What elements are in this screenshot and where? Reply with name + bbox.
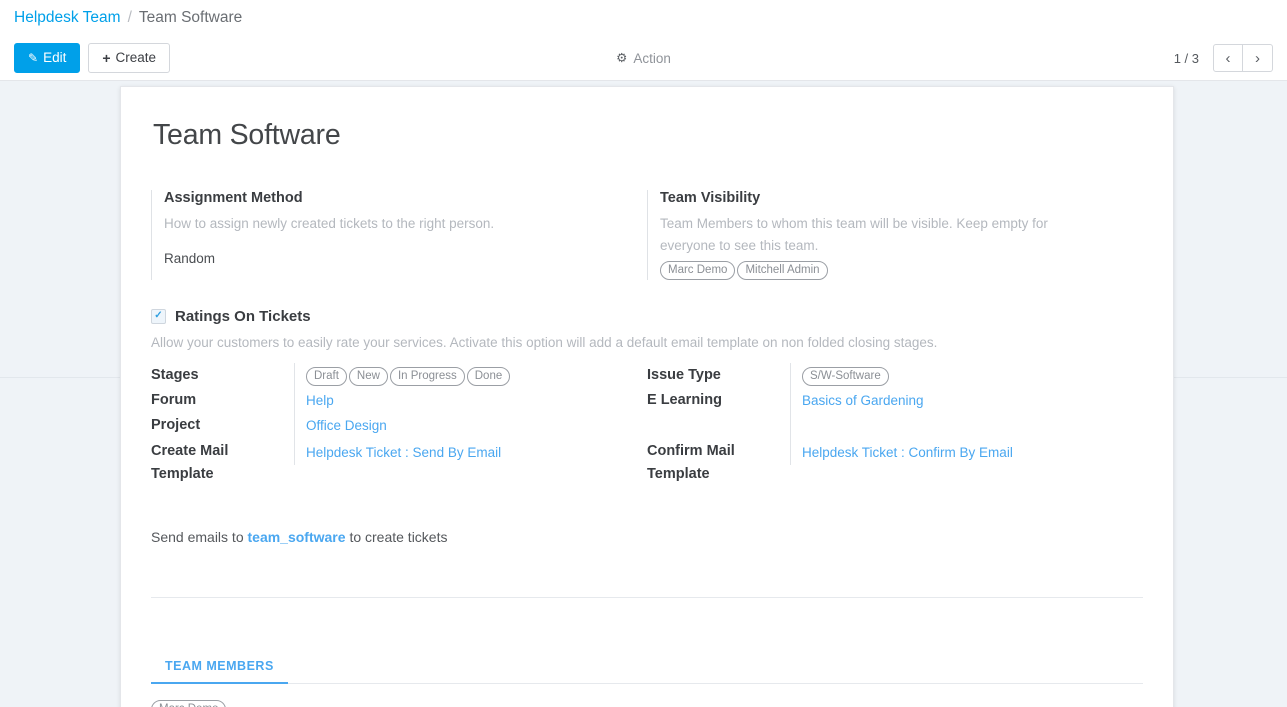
field-label-project: Project (151, 416, 201, 433)
alias-line: Send emails to team_software to create t… (151, 529, 1143, 545)
breadcrumb-separator: / (127, 9, 132, 26)
tab-team-members[interactable]: TEAM MEMBERS (151, 655, 288, 684)
e-learning-link[interactable]: Basics of Gardening (802, 393, 924, 408)
field-column-right: Issue Type S/W-Software E Learning Basic… (647, 362, 1143, 487)
pager-count: 1 / 3 (1173, 50, 1199, 66)
field-row-stages: Stages Draft New In Progress Done (151, 362, 647, 388)
ratings-on-tickets-field: ✓ Ratings On Tickets (151, 308, 1143, 325)
gear-icon: ⚙ (616, 50, 628, 65)
issue-type-tags: S/W-Software (802, 366, 1143, 386)
tag[interactable]: Marc Demo (151, 699, 227, 707)
ratings-on-tickets-checkbox[interactable]: ✓ (151, 308, 166, 324)
field-value-spacer (790, 412, 1143, 438)
field-value-stages: Draft New In Progress Done (294, 362, 647, 388)
edit-button-label: Edit (43, 49, 67, 65)
notebook: TEAM MEMBERS Marc Demo (151, 596, 1143, 707)
create-button-label: Create (115, 49, 157, 65)
settings-groups: Assignment Method How to assign newly cr… (151, 190, 1143, 280)
page-body: Team Software Assignment Method How to a… (0, 81, 1287, 707)
notebook-top-divider (151, 596, 1143, 598)
action-menu-label: Action (633, 50, 671, 66)
field-label-confirm-mail-template: Confirm Mail Template (647, 442, 735, 483)
check-icon: ✓ (154, 310, 163, 322)
confirm-mail-template-link[interactable]: Helpdesk Ticket : Confirm By Email (802, 445, 1013, 460)
group-team-visibility-help: Team Members to whom this team will be v… (660, 216, 1048, 253)
edit-button[interactable]: ✎ Edit (14, 42, 81, 74)
plus-icon: + (102, 50, 111, 66)
field-row-e-learning: E Learning Basics of Gardening (647, 387, 1143, 413)
field-row-spacer (647, 412, 1143, 438)
field-value-issue-type: S/W-Software (790, 362, 1143, 388)
group-assignment-method-title: Assignment Method (164, 190, 303, 206)
assignment-method-value: Random (164, 250, 216, 266)
field-label-issue-type: Issue Type (647, 366, 721, 383)
tag[interactable]: Mitchell Admin (737, 260, 828, 280)
field-column-left: Stages Draft New In Progress Done Forum … (151, 362, 647, 487)
field-row-confirm-mail-template: Confirm Mail Template Helpdesk Ticket : … (647, 437, 1143, 487)
notebook-page-team-members: Marc Demo (151, 684, 1143, 707)
record-form-sheet: Team Software Assignment Method How to a… (120, 86, 1174, 707)
page-title: Team Software (153, 119, 341, 151)
field-label-forum: Forum (151, 391, 197, 408)
create-mail-template-link[interactable]: Helpdesk Ticket : Send By Email (306, 445, 501, 460)
tag[interactable]: Marc Demo (660, 260, 736, 280)
project-link[interactable]: Office Design (306, 418, 387, 433)
group-assignment-method-help: How to assign newly created tickets to t… (164, 216, 495, 231)
group-team-visibility: Team Visibility Team Members to whom thi… (647, 190, 1143, 280)
breadcrumb-parent-link[interactable]: Helpdesk Team (14, 9, 121, 27)
forum-link[interactable]: Help (306, 393, 334, 408)
team-visibility-tags: Marc Demo Mitchell Admin (660, 260, 1143, 280)
tag[interactable]: Done (466, 366, 511, 386)
tag[interactable]: In Progress (389, 366, 465, 386)
tag[interactable]: S/W-Software (802, 366, 889, 386)
create-button[interactable]: + Create (88, 42, 171, 74)
ratings-on-tickets-label: Ratings On Tickets (175, 307, 311, 325)
field-label-create-mail-template: Create Mail Template (151, 442, 229, 483)
tag[interactable]: New (348, 366, 388, 386)
stages-tags: Draft New In Progress Done (306, 366, 647, 386)
team-members-tags: Marc Demo (151, 699, 1143, 707)
tag[interactable]: Draft (306, 366, 347, 386)
field-row-forum: Forum Help (151, 387, 647, 413)
breadcrumb-current: Team Software (138, 9, 243, 26)
field-value-confirm-mail-template: Helpdesk Ticket : Confirm By Email (790, 437, 1143, 465)
next-record-button[interactable]: › (1243, 44, 1273, 72)
notebook-tabs: TEAM MEMBERS (151, 655, 1143, 684)
field-value-forum: Help (294, 387, 647, 413)
record-actions: ✎ Edit + Create (14, 42, 171, 74)
field-table: Stages Draft New In Progress Done Forum … (151, 362, 1143, 487)
field-value-project: Office Design (294, 412, 647, 438)
record-pager: 1 / 3 ‹ › (1174, 44, 1273, 72)
alias-suffix: to create tickets (349, 528, 448, 545)
alias-prefix: Send emails to (151, 528, 244, 545)
field-label-e-learning: E Learning (647, 391, 722, 408)
group-team-visibility-title: Team Visibility (660, 190, 761, 206)
field-label-stages: Stages (151, 366, 199, 383)
group-assignment-method: Assignment Method How to assign newly cr… (151, 190, 647, 280)
action-menu[interactable]: ⚙ Action (616, 51, 671, 66)
alias-email-link[interactable]: team_software (248, 529, 346, 545)
breadcrumb: Helpdesk Team / Team Software (0, 0, 1287, 36)
field-value-create-mail-template: Helpdesk Ticket : Send By Email (294, 437, 647, 465)
field-row-issue-type: Issue Type S/W-Software (647, 362, 1143, 388)
pencil-icon: ✎ (28, 51, 39, 65)
ratings-on-tickets-help: Allow your customers to easily rate your… (151, 334, 938, 350)
field-row-create-mail-template: Create Mail Template Helpdesk Ticket : S… (151, 437, 647, 487)
previous-record-button[interactable]: ‹ (1213, 44, 1243, 72)
control-bar: ✎ Edit + Create ⚙ Action 1 / 3 ‹ › (0, 36, 1287, 81)
field-row-project: Project Office Design (151, 412, 647, 438)
field-value-e-learning: Basics of Gardening (790, 387, 1143, 413)
